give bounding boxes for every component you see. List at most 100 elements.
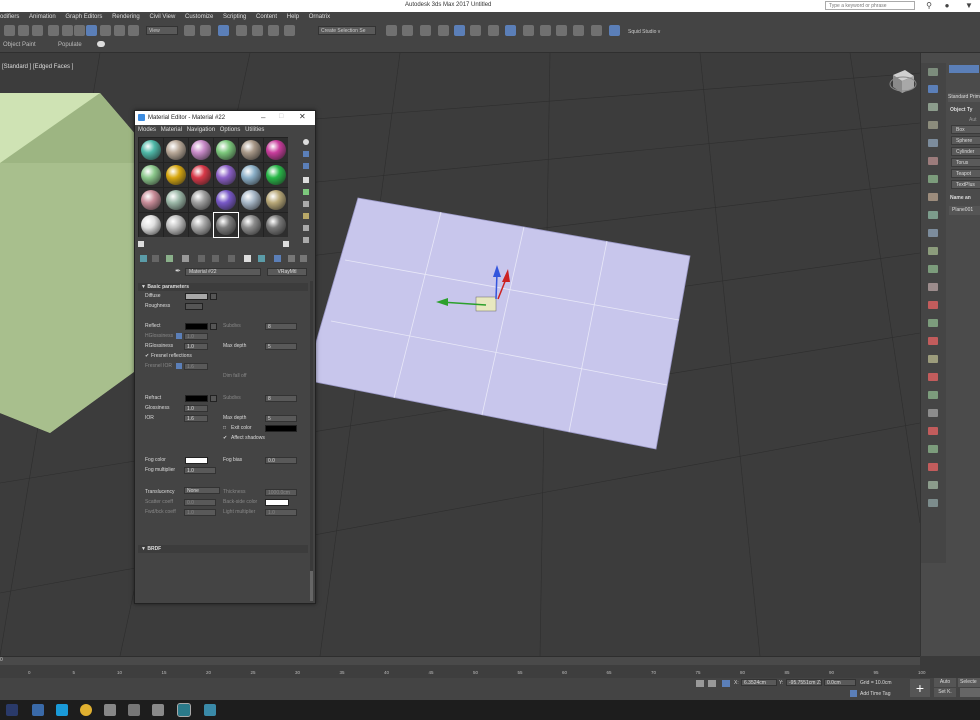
- app-icon[interactable]: [104, 704, 116, 716]
- placement-icon[interactable]: [128, 25, 139, 36]
- lock-selection-icon[interactable]: [696, 680, 704, 687]
- fog-multiplier-spinner[interactable]: 1.0: [184, 467, 216, 474]
- material-slot[interactable]: [264, 188, 288, 212]
- edit-named-selection-icon[interactable]: [284, 25, 295, 36]
- thickness-spinner[interactable]: 1000.0cm: [265, 489, 297, 496]
- auto-key-button[interactable]: Auto: [934, 678, 956, 687]
- scene-explorer-icon[interactable]: [420, 25, 431, 36]
- create-geometry-tabs[interactable]: [949, 65, 979, 73]
- refract-max-depth-spinner[interactable]: 5: [265, 415, 297, 422]
- object-type-rollout[interactable]: Object Ty: [950, 107, 972, 113]
- back-side-color-swatch[interactable]: [265, 499, 289, 506]
- put-to-scene-icon[interactable]: [152, 255, 159, 262]
- exit-color-swatch[interactable]: [265, 425, 297, 432]
- sample-type-icon[interactable]: [303, 139, 309, 145]
- menu-modes[interactable]: Modes: [138, 125, 156, 135]
- scrollbar-thumb[interactable]: [310, 571, 313, 601]
- x-coord-field[interactable]: 6.3524cm: [741, 679, 777, 686]
- menu-graph-editors[interactable]: Graph Editors: [65, 12, 102, 22]
- lock-icon[interactable]: [176, 333, 182, 339]
- max-depth-spinner[interactable]: 5: [265, 343, 297, 350]
- snap-toggle-icon[interactable]: [218, 25, 229, 36]
- unique-icon[interactable]: [212, 255, 219, 262]
- add-keys-icon[interactable]: +: [910, 679, 930, 697]
- region-icon[interactable]: [74, 25, 85, 36]
- subdivs-spinner[interactable]: 8: [265, 323, 297, 330]
- hglossiness-spinner[interactable]: 1.0: [184, 333, 208, 340]
- shapes-icon[interactable]: [928, 103, 938, 111]
- render-iterative-icon[interactable]: [573, 25, 584, 36]
- menu-customize[interactable]: Customize: [185, 12, 213, 22]
- refract-color-swatch[interactable]: [185, 395, 208, 402]
- fb-icon[interactable]: [609, 25, 620, 36]
- render-icon[interactable]: [556, 25, 567, 36]
- search-input[interactable]: Type a keyword or phrase: [825, 1, 915, 10]
- track-bar[interactable]: 0 5 10 15 20 25 30 35 40 45 50 55 60 65 70 75 80 85 90 95 10…: [0, 665, 926, 679]
- display-icon[interactable]: [928, 265, 938, 273]
- video-check-icon[interactable]: [303, 189, 309, 195]
- tool-icon[interactable]: [928, 355, 938, 363]
- unlink-icon[interactable]: [18, 25, 29, 36]
- tool-icon[interactable]: [928, 463, 938, 471]
- percent-snap-icon[interactable]: [252, 25, 263, 36]
- motion-icon[interactable]: [928, 247, 938, 255]
- align-icon[interactable]: [402, 25, 413, 36]
- tab-object-paint[interactable]: Object Paint: [3, 42, 36, 48]
- viewport-label[interactable]: [Standard ] [Edged Faces ]: [2, 64, 73, 70]
- ribbon-toggle-icon[interactable]: [97, 41, 105, 47]
- scroll-right-icon[interactable]: [283, 241, 289, 247]
- material-slot[interactable]: [164, 213, 188, 237]
- rendered-frame-icon[interactable]: [540, 25, 551, 36]
- absolute-mode-icon[interactable]: [722, 680, 730, 687]
- view-dropdown[interactable]: View: [146, 26, 178, 35]
- user-icon[interactable]: ●: [940, 0, 954, 12]
- material-slot[interactable]: [164, 163, 188, 187]
- fresnel-ior-spinner[interactable]: 1.6: [184, 363, 208, 370]
- isolate-icon[interactable]: [708, 680, 716, 687]
- light-multiplier-spinner[interactable]: 1.0: [265, 509, 297, 516]
- material-slot[interactable]: [164, 188, 188, 212]
- z-coord-field[interactable]: 0.0cm: [824, 679, 856, 686]
- textplus-button[interactable]: TextPlus: [951, 180, 980, 189]
- add-time-tag-button[interactable]: Add Time Tag: [860, 691, 890, 697]
- minimize-icon[interactable]: –: [261, 113, 265, 122]
- material-slot[interactable]: [164, 138, 188, 162]
- link-icon[interactable]: [4, 25, 15, 36]
- background-icon[interactable]: [303, 163, 309, 169]
- basic-parameters-rollout[interactable]: ▼ Basic parameters: [138, 283, 308, 291]
- material-name-field[interactable]: Material #22: [185, 268, 261, 276]
- menu-help[interactable]: Help: [287, 12, 299, 22]
- tool-icon[interactable]: [928, 301, 938, 309]
- modifier-icon[interactable]: [928, 211, 938, 219]
- helpers-icon[interactable]: [928, 157, 938, 165]
- refract-map-button[interactable]: [210, 395, 217, 402]
- put-to-library-icon[interactable]: [228, 255, 235, 262]
- exit-color-checkbox[interactable]: □: [223, 425, 226, 431]
- material-editor-scrollbar[interactable]: [310, 281, 313, 601]
- systems-icon[interactable]: [928, 193, 938, 201]
- material-slot[interactable]: [139, 163, 163, 187]
- lights-icon[interactable]: [928, 121, 938, 129]
- chrome-icon[interactable]: [80, 704, 92, 716]
- sign-in-button[interactable]: ▼: [962, 0, 976, 12]
- menu-scripting[interactable]: Scripting: [223, 12, 246, 22]
- 3dsmax-icon[interactable]: [177, 703, 191, 717]
- app-icon[interactable]: [128, 704, 140, 716]
- material-slot[interactable]: [189, 188, 213, 212]
- menu-ornatrix[interactable]: Ornatrix: [309, 12, 330, 22]
- tool-icon[interactable]: [928, 409, 938, 417]
- menu-material[interactable]: Material: [161, 125, 182, 135]
- scroll-left-icon[interactable]: [138, 241, 144, 247]
- options-icon[interactable]: [303, 213, 309, 219]
- selected-dropdown[interactable]: Selecte: [958, 678, 980, 687]
- tab-populate[interactable]: Populate: [58, 42, 82, 48]
- layer-explorer-icon[interactable]: [438, 25, 449, 36]
- show-end-result-icon[interactable]: [274, 255, 281, 262]
- autogrid-checkbox[interactable]: Aut: [969, 117, 977, 123]
- material-slot[interactable]: [139, 138, 163, 162]
- assign-material-icon[interactable]: [166, 255, 173, 262]
- roughness-spinner[interactable]: [185, 303, 203, 310]
- ior-spinner[interactable]: 1.6: [184, 415, 208, 422]
- app-icon[interactable]: [32, 704, 44, 716]
- name-color-rollout[interactable]: Name an: [950, 195, 971, 201]
